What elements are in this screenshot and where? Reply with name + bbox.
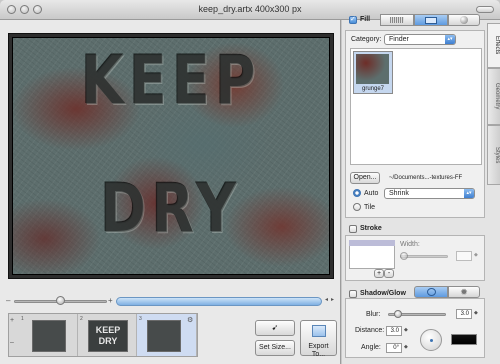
auto-label: Auto (364, 190, 379, 197)
zoom-out-icon[interactable]: – (6, 296, 10, 305)
tile-label: Tile (364, 204, 376, 211)
zoom-slider-knob[interactable] (56, 296, 65, 305)
width-label: Width: (400, 241, 420, 248)
auto-radio[interactable] (353, 189, 361, 197)
window-title: keep_dry.artx 400x300 px (198, 4, 302, 14)
filmstrip-item-number: 2 (80, 316, 83, 322)
shadow-circle-icon (426, 288, 436, 296)
stroke-checkbox[interactable] (349, 225, 357, 233)
fill-type-segment-gradient[interactable] (448, 14, 480, 26)
chevron-updown-icon: ▴▾ (464, 189, 474, 198)
texture-thumbnail (356, 54, 389, 84)
canvas-text-line2: DRY (100, 170, 242, 249)
blur-field[interactable]: 3.0 (456, 309, 472, 319)
cursor-icon: ➹ (271, 323, 279, 332)
chevron-updown-icon: ▴▾ (445, 35, 455, 44)
category-value: Finder (389, 36, 409, 43)
fill-type-segment-pattern[interactable] (380, 14, 414, 26)
remove-artboard-icon[interactable]: – (10, 338, 14, 347)
filmstrip-item-number: 1 (21, 316, 24, 322)
stepper-icon[interactable]: ◆ (404, 326, 408, 335)
filmstrip-item-number: 3 (139, 316, 142, 322)
add-stroke-button[interactable]: + (374, 269, 384, 278)
pattern-icon (390, 17, 404, 23)
stepper-icon[interactable]: ◆ (474, 309, 478, 318)
tab-styles[interactable]: Styles (487, 125, 500, 185)
texture-path: ~/Documents...-textures-FF (389, 175, 463, 181)
stepper-icon[interactable]: ◆ (404, 343, 408, 352)
artboard-thumbnail[interactable] (147, 320, 181, 352)
sphere-icon (460, 16, 468, 24)
category-select[interactable]: Finder ▴▾ (384, 34, 456, 45)
shadow-type-segment[interactable] (414, 286, 448, 298)
add-artboard-icon[interactable]: + (10, 316, 14, 325)
image-icon (425, 17, 437, 24)
stepper-icon[interactable]: ◆ (474, 251, 478, 260)
texture-name: grunge7 (361, 86, 385, 92)
export-icon (311, 325, 326, 337)
blur-label: Blur: (366, 311, 381, 318)
shadow-checkbox[interactable] (349, 290, 357, 298)
tile-radio[interactable] (353, 203, 361, 211)
tab-geometry[interactable]: Geometry (487, 68, 500, 125)
tab-effects[interactable]: Effects (487, 23, 500, 68)
scroll-left-icon[interactable]: ◂ (325, 296, 328, 305)
distance-label: Distance: (355, 327, 385, 334)
angle-field[interactable]: 0° (386, 343, 402, 353)
auto-mode-select[interactable]: Shrink ▴▾ (384, 188, 475, 199)
shadow-color-well[interactable] (451, 334, 477, 345)
shadow-label: Shadow/Glow (360, 290, 406, 297)
distance-field[interactable]: 3.0 (386, 326, 402, 336)
export-label: Export To... (308, 343, 329, 358)
open-texture-button[interactable]: Open... (350, 172, 380, 184)
remove-stroke-button[interactable]: - (384, 269, 394, 278)
sun-icon: ✹ (460, 287, 468, 297)
blur-slider-knob[interactable] (394, 310, 402, 318)
stroke-list-header (349, 240, 395, 246)
stroke-width-field[interactable] (456, 251, 472, 261)
horizontal-scrollbar[interactable] (116, 297, 322, 306)
stroke-width-knob[interactable] (400, 252, 408, 260)
toolbar-toggle-button[interactable] (476, 6, 494, 13)
fill-checkbox[interactable] (349, 15, 357, 24)
glow-type-segment[interactable]: ✹ (448, 286, 480, 298)
set-size-button[interactable]: Set Size... (255, 340, 295, 356)
scroll-right-icon[interactable]: ▸ (331, 296, 334, 305)
pointer-tool-button[interactable]: ➹ (255, 320, 295, 336)
export-button[interactable]: Export To... (300, 320, 337, 358)
canvas-text-line1: KEEP (81, 42, 261, 121)
artboard-thumbnail[interactable]: KEEP DRY (88, 320, 128, 352)
zoom-in-icon[interactable]: + (108, 296, 113, 305)
gear-icon[interactable]: ⚙ (187, 316, 193, 325)
artboard-thumbnail[interactable] (32, 320, 66, 352)
angle-dial-indicator (430, 339, 433, 342)
fill-type-segment-image[interactable] (414, 14, 448, 26)
category-label: Category: (351, 36, 382, 43)
auto-mode-value: Shrink (389, 190, 409, 197)
stroke-label: Stroke (360, 225, 382, 232)
fill-label: Fill (360, 16, 371, 23)
angle-label: Angle: (361, 344, 381, 351)
